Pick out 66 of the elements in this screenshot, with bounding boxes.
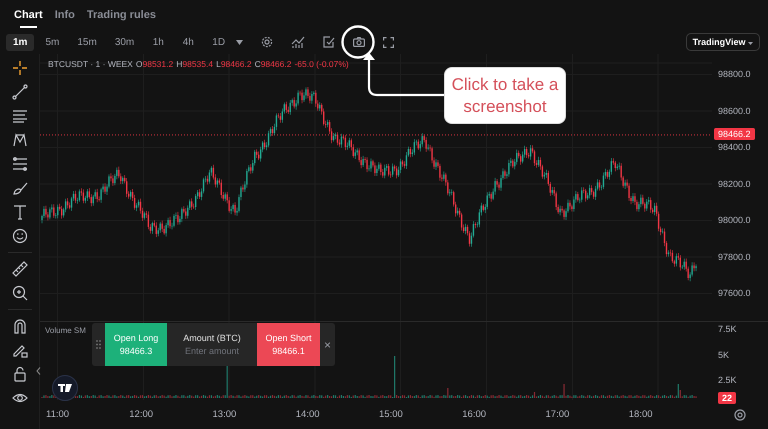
tradingview-logo-icon (52, 375, 78, 401)
smiley-icon[interactable] (12, 228, 28, 244)
time-label: 13:00 (212, 409, 238, 420)
interval-button[interactable]: 30m (108, 34, 142, 50)
amount-label: Amount (BTC) (183, 333, 241, 343)
indicators-icon[interactable] (291, 36, 306, 48)
camera-icon[interactable] (353, 37, 366, 47)
time-label: 17:00 (546, 409, 570, 420)
time-label: 18:00 (628, 409, 654, 420)
ruler-icon[interactable] (12, 261, 28, 277)
price-label: 98200.0 (717, 178, 752, 190)
interval-button[interactable]: 4h (175, 34, 202, 50)
brush-icon[interactable] (12, 180, 28, 196)
open-short-button[interactable]: Open Short 98466.1 (257, 323, 320, 366)
zoom-in-icon[interactable] (12, 285, 28, 301)
price-label: 98000.0 (717, 214, 752, 226)
price-label: 98800.0 (717, 68, 752, 80)
ohlc-value: O98531.2 (136, 59, 174, 69)
interval-button[interactable]: 1D (205, 34, 232, 50)
drag-handle-icon[interactable] (96, 340, 101, 349)
parallel-lines-icon[interactable] (12, 108, 28, 124)
text-tool-icon[interactable] (12, 204, 28, 220)
interval-button[interactable]: 5m (38, 34, 66, 50)
volume-label: 2.5K (717, 374, 738, 386)
tab[interactable]: Chart (14, 3, 43, 27)
pattern-icon[interactable] (12, 132, 28, 148)
ohlc-value: H98535.4 (176, 59, 214, 69)
price-change: -65.0 (-0.07%) (294, 59, 349, 69)
time-label: 15:00 (379, 409, 404, 420)
settings-icon[interactable] (734, 408, 746, 420)
volume-label: 7.5K (717, 323, 738, 335)
unlocked-lock-icon[interactable] (12, 366, 28, 382)
time-label: 16:00 (462, 409, 488, 420)
price-label: 97600.0 (717, 287, 752, 299)
ohlc-value: L98466.2 (216, 59, 252, 69)
tab[interactable]: Info (54, 3, 75, 27)
interval-button[interactable]: 15m (70, 34, 104, 50)
caret-icon[interactable] (236, 40, 244, 44)
highlight-circle (341, 25, 375, 59)
price-label: 98600.0 (717, 104, 752, 116)
close-button[interactable]: × (320, 323, 336, 366)
tab[interactable]: Trading rules (86, 3, 156, 27)
callout: Click to take a screenshot (445, 68, 565, 123)
time-label: 12:00 (129, 409, 154, 420)
fibonacci-icon[interactable] (12, 156, 28, 172)
settings-icon[interactable] (261, 36, 274, 48)
last-volume-badge: 22 (718, 392, 736, 404)
amount-field[interactable]: Enter amount (172, 346, 252, 356)
time-label: 14:00 (296, 409, 321, 420)
ohlc-value: C98466.2 (254, 59, 292, 69)
indicator-label: Volume SM (45, 326, 86, 335)
chart-symbol: BTCUSDT · 1 · WEEX (48, 59, 133, 69)
interval-button[interactable]: 1h (145, 34, 172, 50)
time-label: 11:00 (46, 409, 70, 420)
price-label: 97800.0 (717, 250, 752, 262)
price-label: 98400.0 (717, 141, 752, 153)
trend-line-icon[interactable] (12, 84, 28, 100)
interval-button[interactable]: 1m (6, 34, 34, 50)
fullscreen-icon[interactable] (383, 36, 394, 48)
notes-icon[interactable] (323, 36, 336, 48)
last-price-badge: 98466.2 (714, 128, 755, 140)
magnet-icon[interactable] (12, 318, 28, 334)
volume-label: 5K (717, 348, 730, 360)
caret-icon (748, 42, 753, 45)
chart-view-dropdown[interactable]: TradingView (686, 33, 760, 51)
crosshair-icon[interactable] (12, 60, 28, 76)
